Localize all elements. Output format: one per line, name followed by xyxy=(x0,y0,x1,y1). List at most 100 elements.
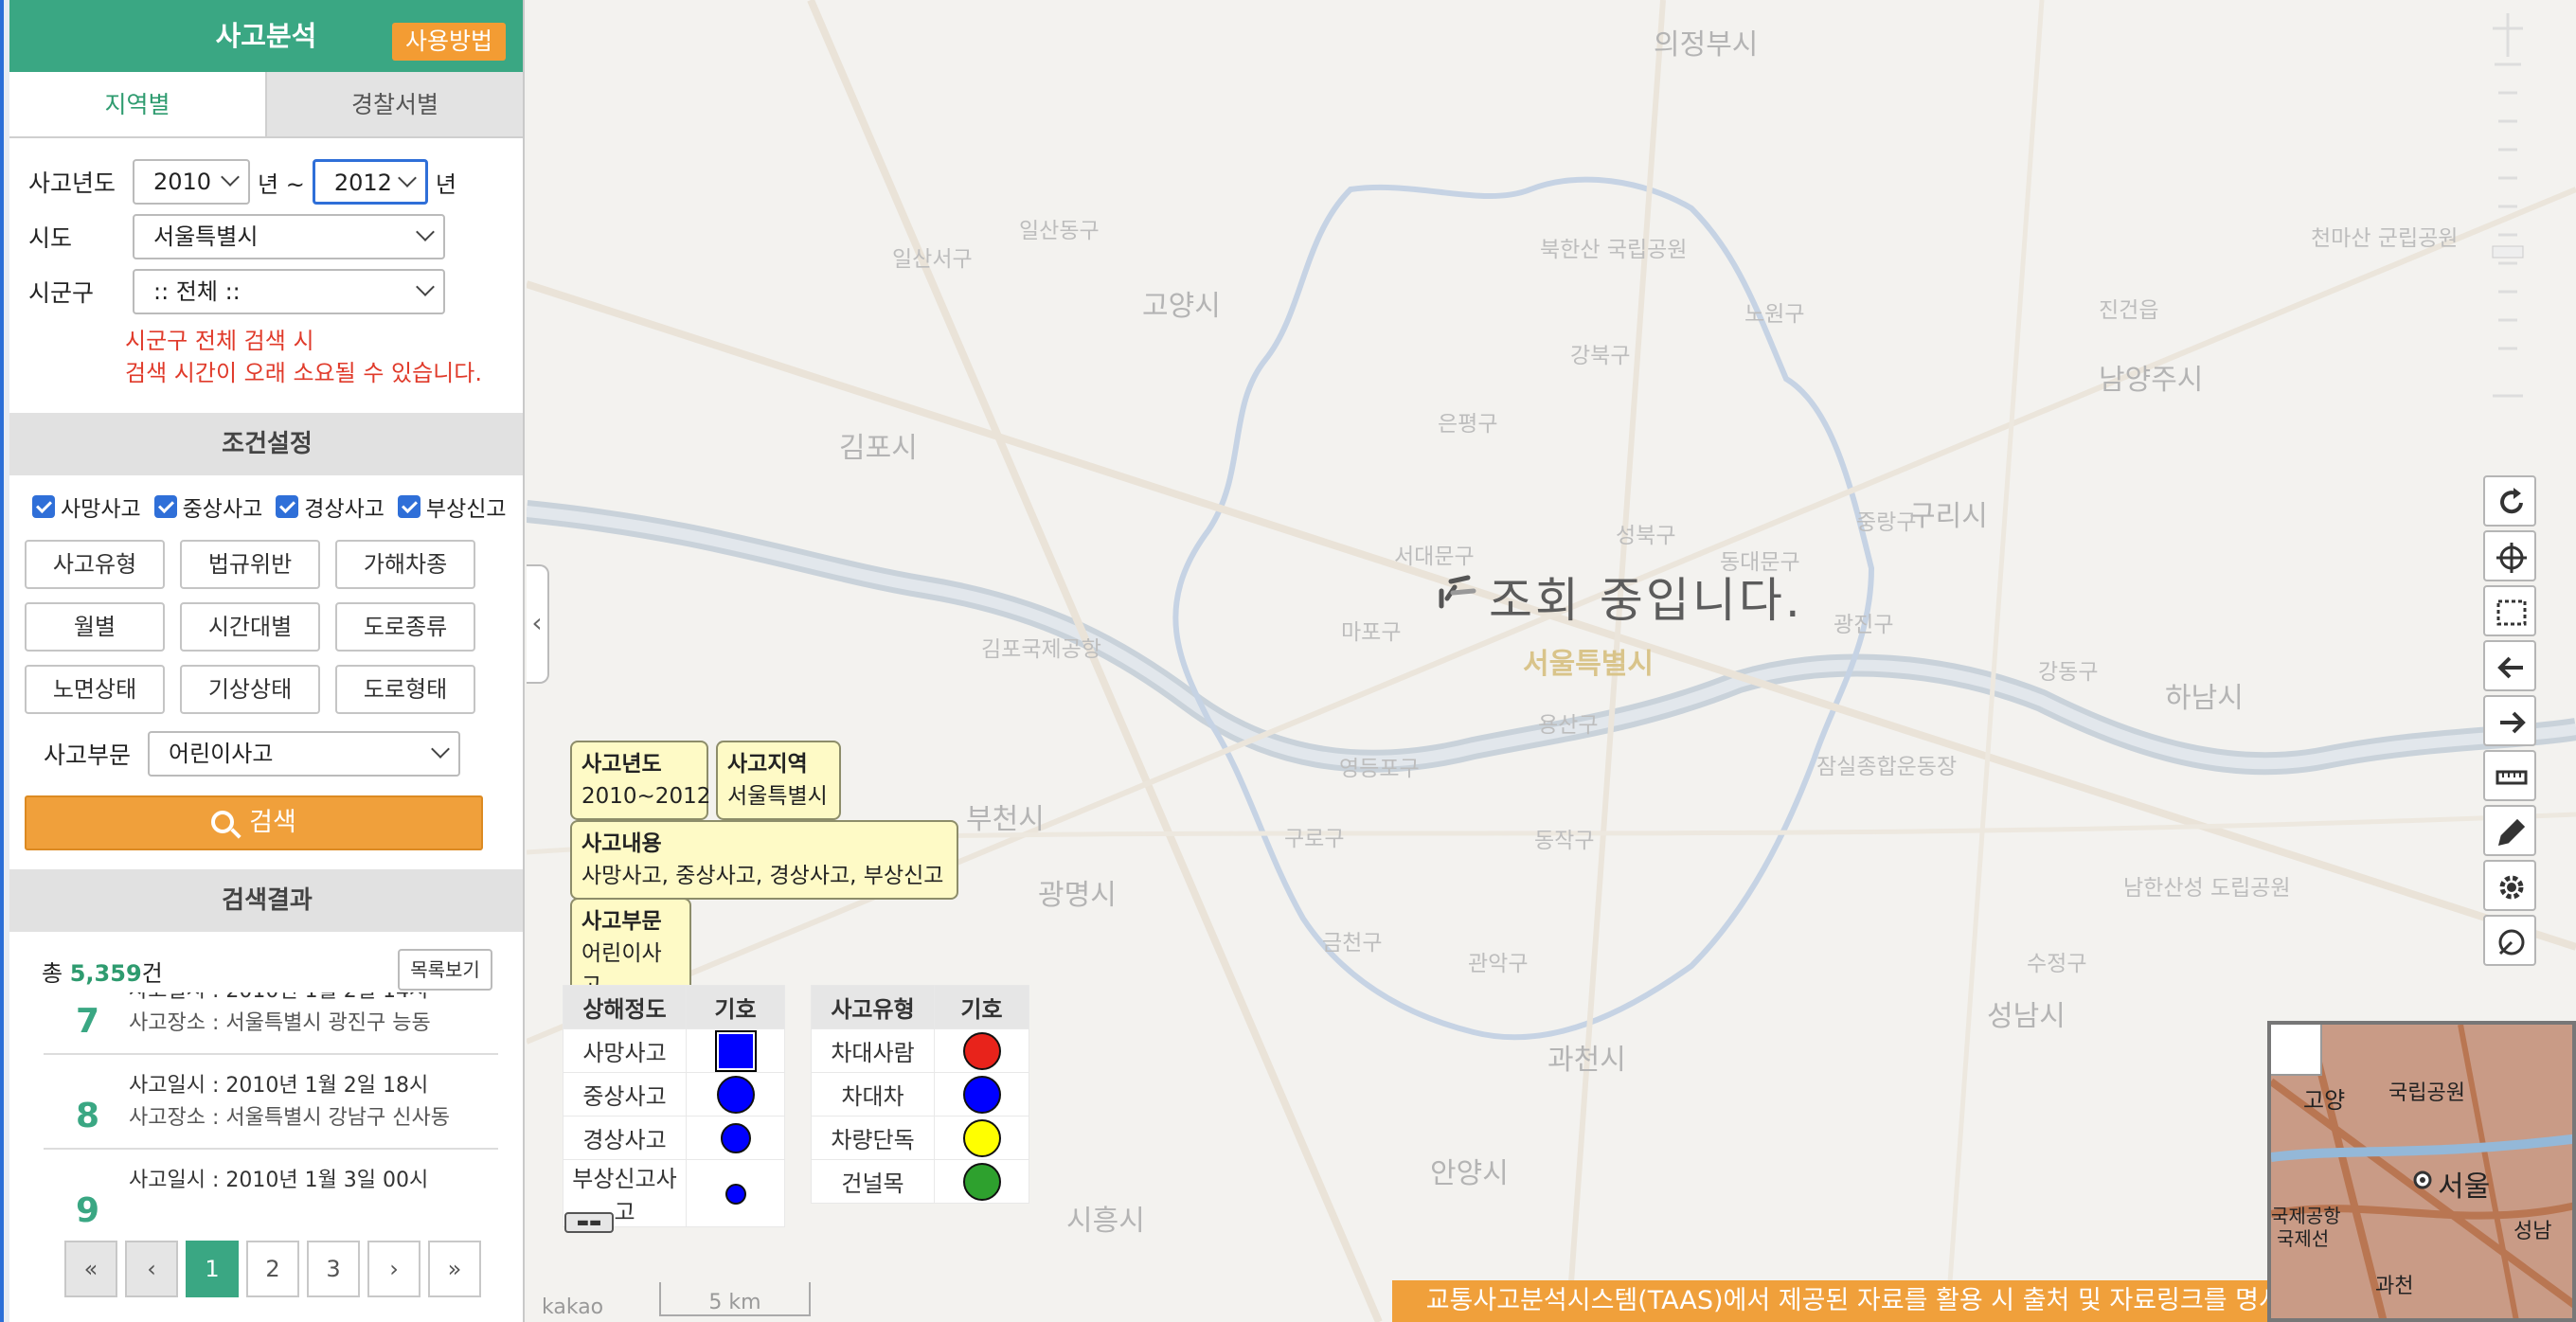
map-place-label: 서울특별시 xyxy=(1523,648,1654,681)
crosshair-icon xyxy=(2496,543,2527,573)
page-1-button[interactable]: 1 xyxy=(186,1241,239,1297)
map-place-label: 천마산 군립공원 xyxy=(2311,226,2459,251)
last-page-button[interactable]: » xyxy=(428,1241,481,1297)
map-place-label: 영등포구 xyxy=(1339,757,1420,781)
sido-row: 시도 서울특별시 xyxy=(28,214,445,259)
year-to-select[interactable]: 2012 xyxy=(312,159,428,205)
map-place-label: 동작구 xyxy=(1534,829,1595,853)
measure-distance-button[interactable] xyxy=(2483,750,2536,801)
check-injury-report[interactable]: 부상신고 xyxy=(397,491,507,523)
map-place-label: 김포국제공항 xyxy=(981,637,1101,662)
map-place-label: 성북구 xyxy=(1616,524,1676,548)
law-violation-button[interactable]: 법규위반 xyxy=(180,540,320,589)
map-place-label: 잠실종합운동장 xyxy=(1816,755,1958,779)
sigungu-select[interactable]: :: 전체 :: xyxy=(133,269,445,314)
draw-button[interactable] xyxy=(2483,805,2536,856)
forward-button[interactable] xyxy=(2483,695,2536,746)
category-row: 사고부문 어린이사고 xyxy=(44,731,460,777)
weather-button[interactable]: 기상상태 xyxy=(180,665,320,714)
tab-by-police[interactable]: 경찰서별 xyxy=(265,72,523,136)
map-place-label: 과천시 xyxy=(1547,1044,1626,1077)
chevron-down-icon xyxy=(416,277,435,296)
warning-line-1: 시군구 전체 검색 시 xyxy=(125,328,314,354)
check-serious[interactable]: 중상사고 xyxy=(153,491,262,523)
type-legend: 사고유형 기호 차대사람 차대차 차량단독 건널목 xyxy=(811,985,1029,1204)
map-place-label: 구리시 xyxy=(1909,500,1988,533)
check-death[interactable]: 사망사고 xyxy=(32,491,141,523)
sido-select[interactable]: 서울특별시 xyxy=(133,214,445,259)
surface-condition-button[interactable]: 노면상태 xyxy=(25,665,165,714)
legend-toggle-button[interactable]: ▬▬ xyxy=(564,1212,614,1233)
severity-legend: 상해정도 기호 사망사고 중상사고 경상사고 부상신고사고 xyxy=(563,985,785,1227)
vehicle-type-button[interactable]: 가해차종 xyxy=(335,540,475,589)
first-page-button[interactable]: « xyxy=(64,1241,117,1297)
year-from-select[interactable]: 2010 xyxy=(133,159,250,205)
map-area[interactable]: ‹ 의정부시 고양시 김포시 구리시 남양주시 하남시 부천시 광명시 과천시 … xyxy=(527,0,2576,1322)
prev-page-button[interactable]: ‹ xyxy=(125,1241,178,1297)
page-3-button[interactable]: 3 xyxy=(307,1241,360,1297)
map-place-label: 수정구 xyxy=(2027,952,2087,976)
year-label: 사고년도 xyxy=(28,170,116,197)
year-unit: 년 xyxy=(435,170,456,198)
category-label: 사고부문 xyxy=(44,741,132,769)
list-item[interactable]: 7 사고일시 : 2010년 1월 2일 14시사고장소 : 서울특별시 광진구… xyxy=(44,992,498,1055)
road-type-button[interactable]: 도로종류 xyxy=(335,602,475,652)
map-place-label: 안양시 xyxy=(1430,1157,1509,1190)
map-place-label: 부천시 xyxy=(966,803,1045,836)
list-item[interactable]: 9 사고일시 : 2010년 1월 3일 00시 xyxy=(44,1150,498,1224)
page-2-button[interactable]: 2 xyxy=(246,1241,299,1297)
condition-buttons: 사고유형 법규위반 가해차종 월별 시간대별 도로종류 노면상태 기상상태 도로… xyxy=(25,540,475,714)
search-icon xyxy=(211,811,235,833)
map-place-label: 시흥시 xyxy=(1066,1205,1145,1238)
year-row: 사고년도 2010 년 ~ 2012 년 xyxy=(28,159,464,205)
monthly-button[interactable]: 월별 xyxy=(25,602,165,652)
single-vehicle-dot-icon xyxy=(962,1118,1001,1157)
tab-by-region[interactable]: 지역별 xyxy=(9,72,265,136)
collapse-panel-button[interactable]: ‹ xyxy=(527,564,549,684)
my-location-button[interactable] xyxy=(2483,530,2536,581)
map-place-label: 김포시 xyxy=(839,432,918,465)
next-page-button[interactable]: › xyxy=(367,1241,420,1297)
settings-button[interactable] xyxy=(2483,860,2536,911)
chevron-down-icon xyxy=(431,740,450,759)
time-of-day-button[interactable]: 시간대별 xyxy=(180,602,320,652)
area-select-button[interactable] xyxy=(2483,585,2536,636)
kakao-logo: kakao xyxy=(542,1295,604,1319)
chevron-down-icon xyxy=(221,168,240,187)
checkbox-checked-icon xyxy=(397,495,420,518)
map-place-label: 남한산성 도립공원 xyxy=(2123,876,2291,901)
map-place-label: 관악구 xyxy=(1468,952,1529,976)
total-count: 총 5,359건 xyxy=(42,960,163,987)
map-place-label: 일산서구 xyxy=(892,247,973,272)
how-to-use-button[interactable]: 사용방법 xyxy=(391,23,506,61)
year-range-separator: 년 ~ xyxy=(258,170,305,198)
list-view-button[interactable]: 목록보기 xyxy=(398,949,492,991)
refresh-icon xyxy=(2500,488,2523,514)
accident-type-button[interactable]: 사고유형 xyxy=(25,540,165,589)
search-button[interactable]: 검색 xyxy=(25,795,483,850)
map-place-label: 서대문구 xyxy=(1394,545,1475,569)
checkbox-checked-icon xyxy=(32,495,55,518)
map-place-label: 하남시 xyxy=(2165,682,2244,715)
circle-select-button[interactable] xyxy=(2483,915,2536,966)
minimap-expand-button[interactable] xyxy=(2271,1025,2322,1076)
road-shape-button[interactable]: 도로형태 xyxy=(335,665,475,714)
map-place-label: 광진구 xyxy=(1834,613,1894,637)
result-list[interactable]: 7 사고일시 : 2010년 1월 2일 14시사고장소 : 서울특별시 광진구… xyxy=(44,992,498,1224)
gear-icon xyxy=(2499,875,2524,900)
map-place-label: 용산구 xyxy=(1538,713,1599,738)
overview-minimap[interactable]: 고양 국립공원 서울 국제공항 국제선 과천 성남 xyxy=(2267,1021,2576,1322)
minor-dot-icon xyxy=(720,1122,751,1153)
checkbox-checked-icon xyxy=(276,495,299,518)
crossing-dot-icon xyxy=(962,1162,1001,1201)
map-place-label: 마포구 xyxy=(1341,620,1402,645)
map-place-label: 중랑구 xyxy=(1856,510,1917,535)
list-item[interactable]: 8 사고일시 : 2010년 1월 2일 18시 사고장소 : 서울특별시 강남구… xyxy=(44,1055,498,1150)
loading-message: 조회 중입니다. xyxy=(1489,573,1803,628)
check-minor[interactable]: 경상사고 xyxy=(276,491,385,523)
back-button[interactable] xyxy=(2483,640,2536,691)
category-select[interactable]: 어린이사고 xyxy=(148,731,460,777)
severity-checkboxes: 사망사고 중상사고 경상사고 부상신고 xyxy=(32,491,507,523)
refresh-button[interactable] xyxy=(2483,475,2536,527)
zoom-slider[interactable] xyxy=(2489,8,2527,405)
